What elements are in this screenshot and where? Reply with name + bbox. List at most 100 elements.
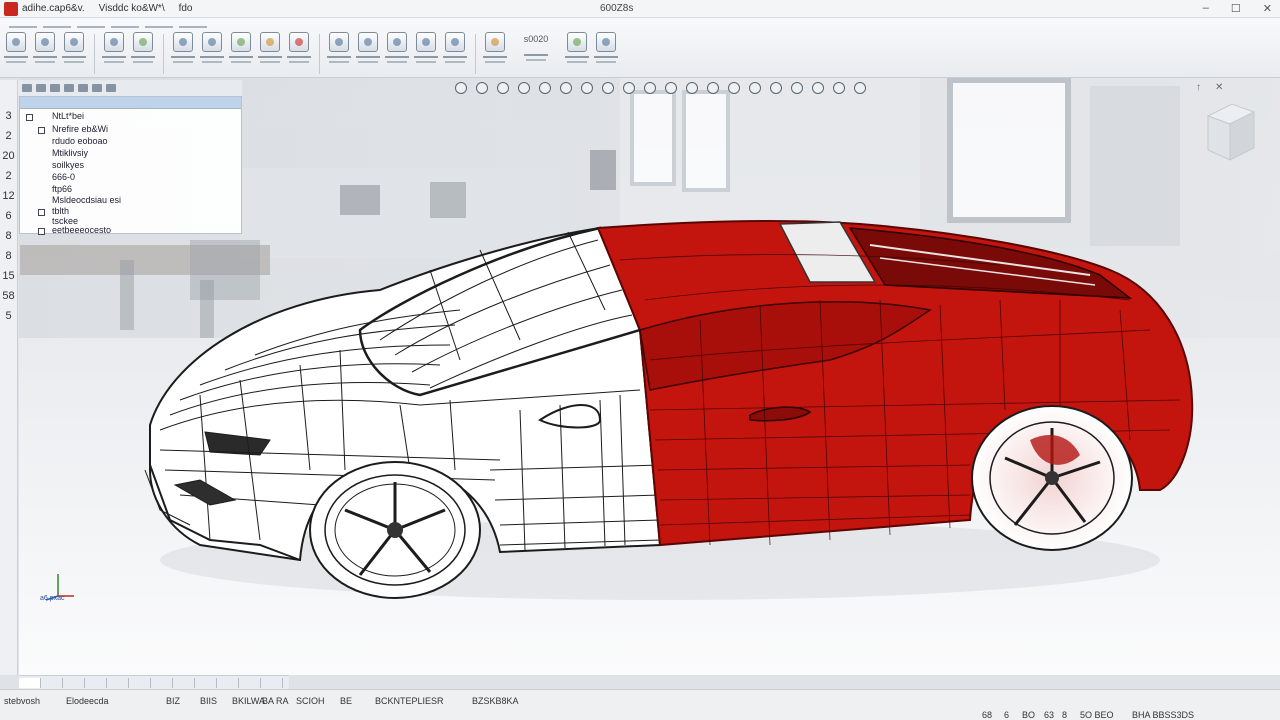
close-viewport-icon[interactable]: ✕ bbox=[1215, 82, 1237, 93]
left-tool[interactable]: 2 bbox=[5, 130, 11, 142]
tree-item[interactable]: soilkyes bbox=[52, 160, 84, 170]
zoom-area-icon[interactable] bbox=[476, 82, 488, 94]
view-settings-icon[interactable] bbox=[644, 82, 656, 94]
left-tool[interactable]: 8 bbox=[5, 230, 11, 242]
tree-tab[interactable] bbox=[64, 84, 74, 92]
tree-item[interactable]: Mtiklivsiy bbox=[52, 148, 88, 158]
zoom-fit-icon[interactable] bbox=[455, 82, 467, 94]
menu-view[interactable]: Visddc ko&W*\ bbox=[99, 3, 165, 14]
edit-appearance-icon[interactable] bbox=[602, 82, 614, 94]
ribbon-tab[interactable] bbox=[77, 26, 105, 28]
tree-tab[interactable] bbox=[106, 84, 116, 92]
minimize-icon[interactable]: – bbox=[1203, 2, 1209, 15]
restore-viewport-icon[interactable]: ↑ bbox=[1196, 82, 1215, 93]
ribbon-tab[interactable] bbox=[179, 26, 207, 28]
simulate-tool-button[interactable] bbox=[563, 32, 591, 76]
tree-item[interactable]: eetbeeeocesto bbox=[52, 225, 111, 235]
previous-view-icon[interactable] bbox=[497, 82, 509, 94]
close-icon[interactable]: ✕ bbox=[1263, 2, 1272, 15]
tree-tab[interactable] bbox=[92, 84, 102, 92]
pattern-tool-button[interactable] bbox=[325, 32, 353, 76]
revolve-tool-button[interactable] bbox=[60, 32, 88, 76]
loft-tool-button[interactable] bbox=[129, 32, 157, 76]
front-wheel[interactable] bbox=[309, 461, 481, 599]
tree-item[interactable]: 666-0 bbox=[52, 172, 75, 182]
ribbon-tab[interactable] bbox=[43, 26, 71, 28]
cartoon-icon[interactable] bbox=[812, 82, 824, 94]
shadows-icon[interactable] bbox=[749, 82, 761, 94]
rotate-icon[interactable] bbox=[665, 82, 677, 94]
sweep-tool-button[interactable] bbox=[100, 32, 128, 76]
zoom-icon[interactable] bbox=[707, 82, 719, 94]
settings-group[interactable]: s0020 bbox=[510, 32, 562, 76]
tab[interactable] bbox=[195, 677, 217, 688]
tab[interactable] bbox=[239, 677, 261, 688]
realview-icon[interactable] bbox=[791, 82, 803, 94]
tab[interactable] bbox=[151, 677, 173, 688]
analysis-tool-button[interactable] bbox=[481, 32, 509, 76]
display-style-icon[interactable] bbox=[560, 82, 572, 94]
mirror-tool-button[interactable] bbox=[354, 32, 382, 76]
left-tool[interactable]: 20 bbox=[2, 150, 14, 162]
status-field: BZSKB8KA bbox=[472, 696, 519, 706]
view-cube[interactable] bbox=[1204, 100, 1256, 162]
motion-study-tab[interactable] bbox=[41, 677, 63, 688]
fillet-tool-button[interactable] bbox=[198, 32, 226, 76]
view-orientation-icon[interactable] bbox=[539, 82, 551, 94]
tree-item[interactable]: Nrefire eb&Wi bbox=[52, 124, 108, 134]
app-logo-icon[interactable] bbox=[4, 1, 18, 16]
sketch-tool-button[interactable] bbox=[2, 32, 30, 76]
tab[interactable] bbox=[173, 677, 195, 688]
rear-wheel[interactable] bbox=[971, 405, 1133, 551]
tree-item[interactable]: Msldeocdsiau esi bbox=[52, 195, 121, 205]
lights-icon[interactable] bbox=[854, 82, 866, 94]
extrude-tool-button[interactable] bbox=[31, 32, 59, 76]
ambient-occlusion-icon[interactable] bbox=[770, 82, 782, 94]
hide-show-icon[interactable] bbox=[581, 82, 593, 94]
shell-tool-button[interactable] bbox=[383, 32, 411, 76]
tree-item[interactable]: rdudo eoboao bbox=[52, 136, 108, 146]
left-tool[interactable]: 58 bbox=[2, 290, 14, 302]
model-tab[interactable] bbox=[19, 677, 41, 688]
appearance-tool-button[interactable] bbox=[256, 32, 284, 76]
left-tool[interactable]: 5 bbox=[5, 310, 11, 322]
tab[interactable] bbox=[129, 677, 151, 688]
tree-tab[interactable] bbox=[78, 84, 88, 92]
export-tool-button[interactable] bbox=[592, 32, 620, 76]
tree-tab[interactable] bbox=[36, 84, 46, 92]
tree-item[interactable]: ftp66 bbox=[52, 184, 72, 194]
shell-icon bbox=[387, 32, 407, 52]
tab[interactable] bbox=[107, 677, 129, 688]
measure-tool-button[interactable] bbox=[412, 32, 440, 76]
left-tool[interactable]: 6 bbox=[5, 210, 11, 222]
menu-tools[interactable]: fdo bbox=[179, 3, 193, 14]
tab[interactable] bbox=[85, 677, 107, 688]
left-tool[interactable]: 15 bbox=[2, 270, 14, 282]
tree-item[interactable]: tblth bbox=[52, 206, 69, 216]
tree-tab[interactable] bbox=[50, 84, 60, 92]
render-tool-button[interactable] bbox=[285, 32, 313, 76]
ribbon-tab[interactable] bbox=[145, 26, 173, 28]
tab[interactable] bbox=[63, 677, 85, 688]
tab[interactable] bbox=[217, 677, 239, 688]
left-tool[interactable]: 12 bbox=[2, 190, 14, 202]
left-tool[interactable]: 8 bbox=[5, 250, 11, 262]
maximize-icon[interactable]: ☐ bbox=[1231, 2, 1241, 15]
left-tool[interactable]: 3 bbox=[5, 110, 11, 122]
left-tool[interactable]: 2 bbox=[5, 170, 11, 182]
ribbon-tab[interactable] bbox=[9, 26, 37, 28]
menu-file[interactable]: adihe.cap6&v. bbox=[22, 3, 85, 14]
apply-scene-icon[interactable] bbox=[623, 82, 635, 94]
tree-item[interactable]: NtLt*bei bbox=[52, 111, 84, 121]
status-field: 68 bbox=[982, 710, 993, 720]
section-view-icon[interactable] bbox=[518, 82, 530, 94]
surface-tool-button[interactable] bbox=[169, 32, 197, 76]
ribbon-tab[interactable] bbox=[111, 26, 139, 28]
camera-icon[interactable] bbox=[833, 82, 845, 94]
perspective-icon[interactable] bbox=[728, 82, 740, 94]
tree-tab[interactable] bbox=[22, 84, 32, 92]
tab[interactable] bbox=[261, 677, 283, 688]
pan-icon[interactable] bbox=[686, 82, 698, 94]
section-tool-button[interactable] bbox=[441, 32, 469, 76]
chamfer-tool-button[interactable] bbox=[227, 32, 255, 76]
